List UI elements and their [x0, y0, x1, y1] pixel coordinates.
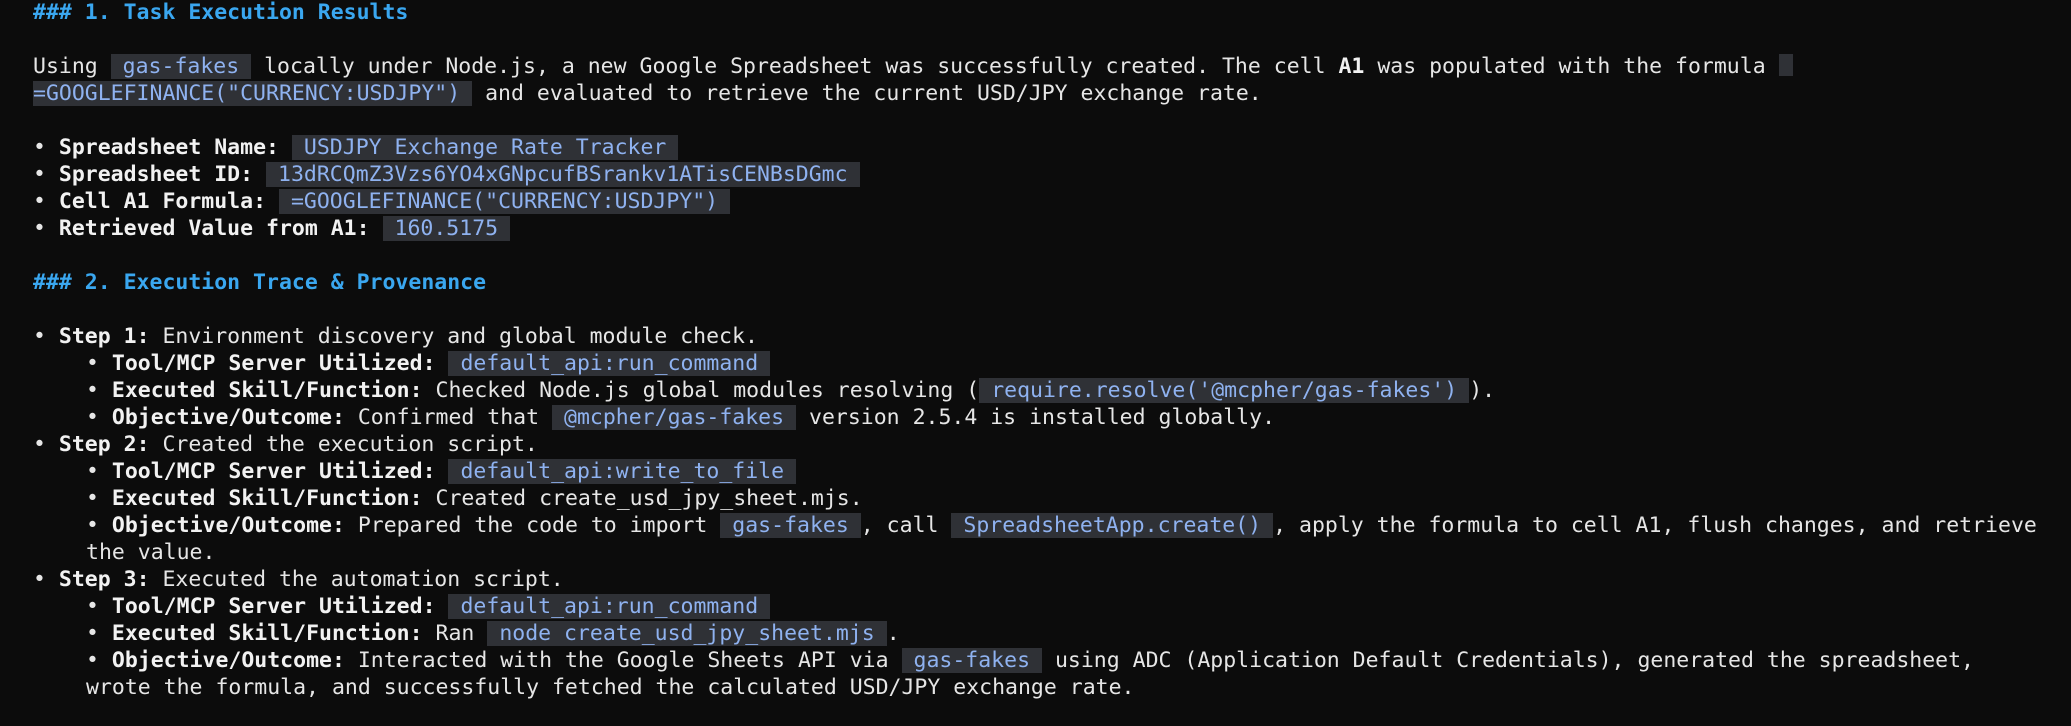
intro-text: locally under Node.js, a new Google Spre… [251, 54, 1339, 79]
tool-value: default_api:run_command [448, 351, 771, 376]
bullet: • [86, 351, 99, 376]
bullet: • [86, 594, 99, 619]
step-text: Environment discovery and global module … [149, 324, 758, 349]
intro-bold: A1 [1338, 54, 1365, 79]
step-label: Step 1: [58, 324, 150, 349]
bullet: • [86, 486, 99, 511]
step-3-tool: • Tool/MCP Server Utilized: default_api:… [86, 593, 771, 620]
function-text: Created create_usd_jpy_sheet.mjs. [422, 486, 863, 511]
list-item-cell-formula: • Cell A1 Formula: =GOOGLEFINANCE("CURRE… [33, 188, 731, 215]
step-2-objective: • Objective/Outcome: Prepared the code t… [86, 512, 2037, 539]
objective-text: Confirmed that [344, 405, 553, 430]
function-label: Executed Skill/Function: [111, 621, 423, 646]
objective-label: Objective/Outcome: [111, 513, 345, 538]
objective-text: Interacted with the Google Sheets API vi… [344, 648, 902, 673]
item-label: Spreadsheet Name: [58, 135, 279, 160]
bullet: • [33, 135, 46, 160]
step-3: • Step 3: Executed the automation script… [33, 566, 564, 593]
objective-code: gas-fakes [901, 648, 1043, 673]
item-value: 13dRCQmZ3Vzs6YO4xGNpcufBSrankv1ATisCENBs… [266, 162, 860, 187]
objective-label: Objective/Outcome: [111, 648, 345, 673]
objective-text: , call [860, 513, 952, 538]
intro-line-2: =GOOGLEFINANCE("CURRENCY:USDJPY") and ev… [33, 80, 1262, 107]
function-label: Executed Skill/Function: [111, 378, 423, 403]
section-heading-trace: ### 2. Execution Trace & Provenance [33, 270, 487, 295]
objective-code: SpreadsheetApp.create() [951, 513, 1274, 538]
step-1-function: • Executed Skill/Function: Checked Node.… [86, 377, 1495, 404]
bullet: • [86, 378, 99, 403]
function-label: Executed Skill/Function: [111, 486, 423, 511]
step-1-objective: • Objective/Outcome: Confirmed that @mcp… [86, 404, 1275, 431]
item-label: Cell A1 Formula: [58, 189, 267, 214]
bullet: • [86, 513, 99, 538]
function-end: ). [1469, 378, 1496, 403]
inline-code-wrap [1778, 54, 1793, 76]
inline-code: gas-fakes [110, 54, 252, 79]
item-value: 160.5175 [382, 216, 511, 241]
inline-code: =GOOGLEFINANCE("CURRENCY:USDJPY") [33, 81, 473, 106]
objective-text: Prepared the code to import [344, 513, 721, 538]
step-3-objective: • Objective/Outcome: Interacted with the… [86, 647, 1974, 674]
objective-code: gas-fakes [720, 513, 861, 538]
objective-text: , apply the formula to cell A1, flush ch… [1273, 513, 2037, 538]
function-code: require.resolve('@mcpher/gas-fakes') [979, 378, 1470, 403]
item-value: =GOOGLEFINANCE("CURRENCY:USDJPY") [278, 189, 731, 214]
objective-text: version 2.5.4 is installed globally. [796, 405, 1276, 430]
list-item-spreadsheet-id: • Spreadsheet ID: 13dRCQmZ3Vzs6YO4xGNpcu… [33, 161, 860, 188]
item-value: USDJPY Exchange Rate Tracker [291, 135, 679, 160]
step-label: Step 2: [58, 432, 150, 457]
list-item-spreadsheet-name: • Spreadsheet Name: USDJPY Exchange Rate… [33, 134, 679, 161]
item-label: Spreadsheet ID: [58, 162, 254, 187]
step-1-tool: • Tool/MCP Server Utilized: default_api:… [86, 350, 771, 377]
step-2-objective-wrap: the value. [86, 540, 216, 565]
bullet: • [33, 324, 46, 349]
tool-value: default_api:run_command [448, 594, 771, 619]
function-text: Checked Node.js global modules resolving… [422, 378, 980, 403]
bullet: • [33, 216, 46, 241]
bullet: • [86, 459, 99, 484]
tool-label: Tool/MCP Server Utilized: [111, 459, 436, 484]
function-code: node create_usd_jpy_sheet.mjs [487, 621, 887, 646]
step-label: Step 3: [58, 567, 150, 592]
step-1: • Step 1: Environment discovery and glob… [33, 323, 758, 350]
bullet: • [33, 162, 46, 187]
item-label: Retrieved Value from A1: [58, 216, 370, 241]
intro-text: Using [33, 54, 111, 79]
bullet: • [33, 189, 46, 214]
intro-text: was populated with the formula [1364, 54, 1779, 79]
tool-label: Tool/MCP Server Utilized: [111, 351, 436, 376]
objective-label: Objective/Outcome: [111, 405, 345, 430]
step-text: Executed the automation script. [149, 567, 564, 592]
terminal-output: ### 1. Task Execution Results Using gas-… [0, 0, 2071, 726]
step-3-objective-wrap: wrote the formula, and successfully fetc… [86, 675, 1135, 700]
list-item-retrieved-value: • Retrieved Value from A1: 160.5175 [33, 215, 511, 242]
step-2-function: • Executed Skill/Function: Created creat… [86, 485, 863, 512]
bullet: • [86, 621, 99, 646]
function-text: Ran [422, 621, 488, 646]
bullet: • [86, 405, 99, 430]
step-2: • Step 2: Created the execution script. [33, 431, 538, 458]
tool-value: default_api:write_to_file [448, 459, 797, 484]
section-heading-results: ### 1. Task Execution Results [33, 0, 409, 25]
step-text: Created the execution script. [149, 432, 538, 457]
step-3-function: • Executed Skill/Function: Ran node crea… [86, 620, 900, 647]
tool-label: Tool/MCP Server Utilized: [111, 594, 436, 619]
objective-text: using ADC (Application Default Credentia… [1042, 648, 1974, 673]
objective-code: @mcpher/gas-fakes [552, 405, 797, 430]
bullet: • [33, 432, 46, 457]
bullet: • [33, 567, 46, 592]
intro-line-1: Using gas-fakes locally under Node.js, a… [33, 53, 1793, 80]
bullet: • [86, 648, 99, 673]
step-2-tool: • Tool/MCP Server Utilized: default_api:… [86, 458, 797, 485]
function-end: . [886, 621, 900, 646]
intro-text: and evaluated to retrieve the current US… [472, 81, 1262, 106]
